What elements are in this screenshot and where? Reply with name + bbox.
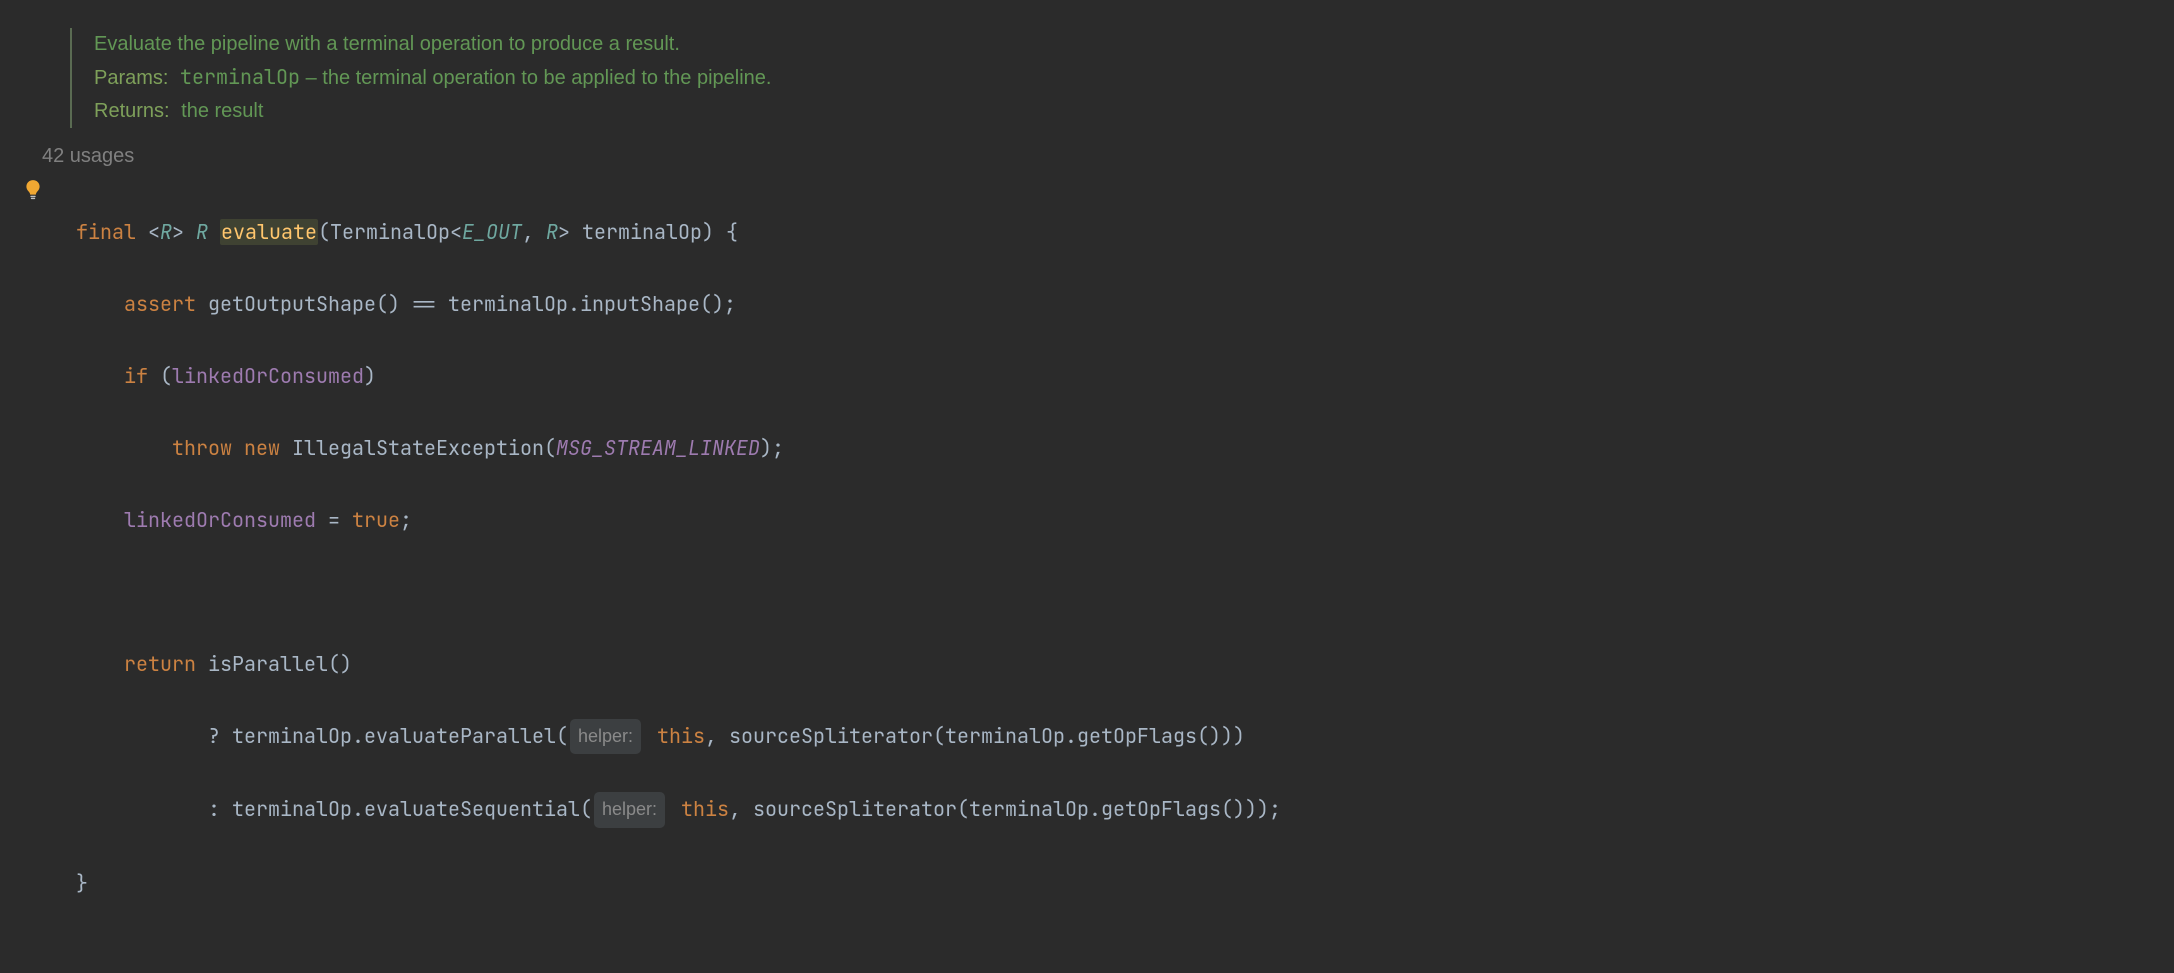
call-getOutputShape[interactable]: getOutputShape	[208, 291, 376, 317]
ref-terminalOp[interactable]: terminalOp	[232, 723, 352, 749]
angle-close: >	[172, 219, 184, 245]
keyword-assert: assert	[124, 291, 196, 317]
param-terminalOp[interactable]: terminalOp	[582, 219, 702, 245]
keyword-new: new	[244, 435, 280, 461]
call-getOpFlags[interactable]: getOpFlags	[1101, 796, 1221, 822]
code-line[interactable]: ? terminalOp.evaluateParallel(helper: th…	[76, 718, 2174, 755]
ref-terminalOp[interactable]: terminalOp	[969, 796, 1089, 822]
javadoc-params: Params: terminalOp – the terminal operat…	[94, 61, 2174, 95]
javadoc-block: Evaluate the pipeline with a terminal op…	[70, 28, 2174, 128]
code-line[interactable]: return isParallel()	[76, 646, 2174, 682]
type-R: R	[546, 219, 558, 245]
code-line[interactable]: assert getOutputShape() == terminalOp.in…	[76, 286, 2174, 322]
keyword-throw: throw	[172, 435, 232, 461]
type-param-R: R	[160, 219, 172, 245]
inlay-hint-helper[interactable]: helper:	[594, 792, 665, 827]
call-sourceSpliterator[interactable]: sourceSpliterator	[729, 723, 933, 749]
code-line[interactable]: : terminalOp.evaluateSequential(helper: …	[76, 791, 2174, 828]
usages-hint[interactable]: 42 usages	[42, 138, 2174, 174]
call-sourceSpliterator[interactable]: sourceSpliterator	[753, 796, 957, 822]
call-isParallel[interactable]: isParallel	[208, 651, 328, 677]
operator-assign: =	[316, 507, 352, 533]
comma: ,	[522, 219, 546, 245]
keyword-return: return	[124, 651, 196, 677]
javadoc-returns-label: Returns:	[94, 100, 170, 122]
type-TerminalOp[interactable]: TerminalOp	[330, 219, 450, 245]
keyword-if: if	[124, 363, 148, 389]
brace-open: {	[714, 219, 738, 245]
method-name-evaluate[interactable]: evaluate	[220, 219, 318, 245]
javadoc-summary: Evaluate the pipeline with a terminal op…	[94, 28, 2174, 61]
field-linkedOrConsumed[interactable]: linkedOrConsumed	[172, 363, 364, 389]
ref-terminalOp[interactable]: terminalOp	[448, 291, 568, 317]
ternary-colon: :	[208, 796, 232, 822]
call-evaluateSequential[interactable]: evaluateSequential	[364, 796, 580, 822]
javadoc-params-label: Params:	[94, 67, 168, 89]
field-linkedOrConsumed[interactable]: linkedOrConsumed	[124, 507, 316, 533]
call-evaluateParallel[interactable]: evaluateParallel	[364, 723, 556, 749]
code-line[interactable]: final <R> R evaluate(TerminalOp<E_OUT, R…	[76, 214, 2174, 250]
const-MSG_STREAM_LINKED[interactable]: MSG_STREAM_LINKED	[556, 435, 760, 461]
keyword-this: this	[681, 796, 729, 822]
javadoc-param-name: terminalOp	[180, 64, 300, 90]
call-getOpFlags[interactable]: getOpFlags	[1077, 723, 1197, 749]
angle-close: >	[558, 219, 570, 245]
paren-close: )	[702, 219, 714, 245]
code-line[interactable]: linkedOrConsumed = true;	[76, 502, 2174, 538]
keyword-true: true	[352, 507, 400, 533]
code-line[interactable]: throw new IllegalStateException(MSG_STRE…	[76, 430, 2174, 466]
code-line[interactable]: }	[76, 865, 2174, 901]
javadoc-returns-desc: the result	[181, 100, 263, 122]
ref-terminalOp[interactable]: terminalOp	[945, 723, 1065, 749]
code-line[interactable]	[76, 574, 2174, 610]
return-type-R: R	[196, 219, 208, 245]
paren-open: (	[318, 219, 330, 245]
angle-open: <	[450, 219, 462, 245]
ternary-question: ?	[208, 723, 232, 749]
type-E_OUT: E_OUT	[462, 219, 522, 245]
inlay-hint-helper[interactable]: helper:	[570, 719, 641, 754]
angle-open: <	[148, 219, 160, 245]
javadoc-returns: Returns: the result	[94, 95, 2174, 128]
keyword-this: this	[657, 723, 705, 749]
keyword-final: final	[76, 219, 136, 245]
code-line[interactable]: if (linkedOrConsumed)	[76, 358, 2174, 394]
call-inputShape[interactable]: inputShape	[580, 291, 700, 317]
type-IllegalStateException[interactable]: IllegalStateException	[292, 435, 544, 461]
ref-terminalOp[interactable]: terminalOp	[232, 796, 352, 822]
intention-bulb-icon[interactable]	[24, 176, 42, 194]
operator-eqeq: ==	[400, 291, 448, 317]
javadoc-param-desc: – the terminal operation to be applied t…	[300, 67, 771, 89]
code-block[interactable]: final <R> R evaluate(TerminalOp<E_OUT, R…	[14, 178, 2174, 973]
editor-viewport[interactable]: Evaluate the pipeline with a terminal op…	[0, 0, 2174, 772]
brace-close: }	[76, 870, 88, 896]
